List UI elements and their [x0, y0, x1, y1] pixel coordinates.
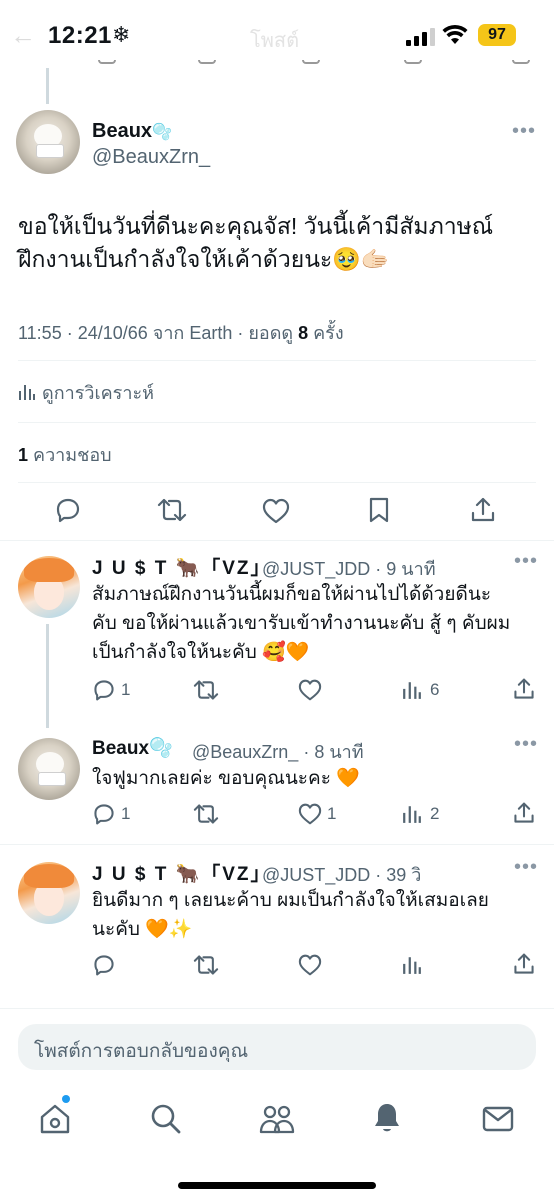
status-time: 12:21 — [48, 22, 112, 49]
home-notification-dot — [62, 1095, 70, 1103]
header-title: โพสต์ — [250, 30, 300, 52]
reply-meta: @JUST_JDD · 9 นาที — [262, 559, 436, 579]
reply-text-line: สัมภาษณ์ฝึกงานวันนี้ผมก็ขอให้ผ่านไปได้ด้… — [92, 584, 492, 605]
tweet-text-line: ฝึกงานเป็นกำลังใจให้เค้าด้วยนะ🥹🫱🏻 — [18, 246, 390, 272]
view-analytics-link[interactable]: ดูการวิเคราะห์ — [18, 378, 154, 407]
wifi-icon — [442, 24, 468, 44]
status-bar: ← โพสต์ 12:21 ❄ 97 — [0, 0, 554, 68]
reply-icon[interactable] — [54, 496, 82, 524]
messages-icon[interactable] — [482, 1105, 514, 1133]
thread-connector — [46, 624, 49, 728]
previous-tweet-actions — [0, 60, 554, 70]
view-count: 6 — [430, 680, 440, 699]
view-count: 8 — [298, 323, 309, 343]
like-icon[interactable] — [298, 803, 322, 825]
avatar[interactable] — [18, 738, 80, 800]
like-icon — [302, 60, 320, 64]
divider — [0, 844, 554, 845]
bookmark-icon[interactable] — [368, 496, 390, 524]
notifications-icon[interactable] — [372, 1101, 402, 1135]
like-count: 1 — [327, 804, 337, 823]
bubble-emoji: 🫧 — [152, 124, 172, 141]
reply-icon[interactable] — [92, 802, 116, 826]
more-options-icon[interactable]: ••• — [512, 120, 536, 143]
reply-icon[interactable] — [92, 953, 116, 977]
reply-author-name[interactable]: J U $ T 🐂「VZ」 — [92, 859, 272, 886]
reply-text: สัมภาษณ์ฝึกงานวันนี้ผมก็ขอให้ผ่านไปได้ด้… — [92, 580, 532, 667]
share-icon[interactable] — [512, 677, 536, 701]
more-options-icon[interactable]: ••• — [514, 733, 538, 756]
retweet-icon — [198, 60, 216, 64]
bottom-tab-bar — [0, 1085, 554, 1155]
more-options-icon[interactable]: ••• — [514, 550, 538, 573]
like-icon[interactable] — [298, 679, 322, 701]
tweet-meta: 11:55 · 24/10/66 จาก Earth · ยอดดู 8 ครั… — [18, 318, 344, 347]
author-name-text: Beaux — [92, 120, 153, 142]
retweet-icon[interactable] — [193, 802, 219, 826]
avatar[interactable] — [18, 556, 80, 618]
tweet-text-line: ขอให้เป็นวันที่ดีนะคะคุณจัส! วันนี้เค้าม… — [18, 213, 494, 239]
reply-text: ใจฟูมากเลยค่ะ ขอบคุณนะคะ 🧡 — [92, 764, 532, 793]
reply-meta: @BeauxZrn_ · 8 นาที — [192, 742, 364, 762]
reply-count: 1 — [121, 680, 131, 699]
views-icon[interactable] — [402, 803, 422, 825]
view-count-suffix: ครั้ง — [308, 323, 344, 343]
author-name[interactable]: Beaux🫧 — [92, 120, 172, 143]
share-icon[interactable] — [512, 952, 536, 976]
share-icon[interactable] — [469, 496, 497, 524]
reply-text-line: เป็นกำลังใจให้นะคับ 🥰🧡 — [92, 642, 310, 663]
home-icon[interactable] — [38, 1103, 72, 1135]
reply-author-name[interactable]: J U $ T 🐂「VZ」 — [92, 553, 272, 580]
reply-text-line: ยินดีมาก ๆ เลยนะค้าบ ผมเป็นกำลังใจให้เสม… — [92, 890, 489, 911]
reply-text-line: คับ ขอให้ผ่านแล้วเขารับเข้าทำงานนะคับ สู… — [92, 613, 511, 634]
views-icon[interactable] — [402, 679, 422, 701]
battery-indicator: 97 — [478, 24, 516, 46]
reply-count: 1 — [121, 804, 131, 823]
avatar[interactable] — [16, 110, 80, 174]
retweet-icon[interactable] — [193, 678, 219, 702]
likes-label: ความชอบ — [33, 445, 112, 465]
reply-icon — [98, 60, 116, 64]
more-options-icon[interactable]: ••• — [514, 856, 538, 879]
reply-author-name[interactable]: Beaux🫧 — [92, 736, 173, 760]
divider — [0, 1008, 554, 1009]
tweet-timestamp: 11:55 · 24/10/66 จาก Earth · ยอดดู — [18, 323, 299, 343]
reply-compose-input[interactable]: โพสต์การตอบกลับของคุณ — [18, 1024, 536, 1070]
reply-meta: @JUST_JDD · 39 วิ — [262, 865, 422, 885]
search-icon[interactable] — [150, 1103, 182, 1135]
reply-icon[interactable] — [92, 678, 116, 702]
share-icon[interactable] — [512, 801, 536, 825]
views-icon[interactable] — [402, 954, 422, 976]
likes-count: 1 — [18, 445, 29, 465]
divider — [0, 540, 554, 541]
reply-text-line: ใจฟูมากเลยค่ะ ขอบคุณนะคะ 🧡 — [92, 768, 360, 789]
divider — [18, 422, 536, 423]
analytics-label: ดูการวิเคราะห์ — [42, 383, 154, 403]
view-count: 2 — [430, 804, 440, 823]
divider — [18, 482, 536, 483]
home-indicator — [178, 1182, 376, 1189]
divider — [18, 360, 536, 361]
retweet-icon[interactable] — [157, 496, 187, 524]
analytics-icon — [19, 385, 35, 400]
cellular-signal-icon — [406, 28, 435, 46]
weather-icon: ❄ — [112, 22, 131, 47]
communities-icon[interactable] — [258, 1103, 296, 1135]
like-icon[interactable] — [298, 954, 322, 976]
thread-connector — [46, 68, 49, 104]
retweet-icon[interactable] — [193, 953, 219, 977]
like-icon[interactable] — [262, 498, 290, 524]
views-icon — [404, 60, 422, 64]
share-icon — [512, 60, 530, 64]
author-handle[interactable]: @BeauxZrn_ — [92, 146, 210, 169]
likes-summary[interactable]: 1 ความชอบ — [18, 440, 112, 469]
reply-text: ยินดีมาก ๆ เลยนะค้าบ ผมเป็นกำลังใจให้เสม… — [92, 886, 532, 944]
tweet-text: ขอให้เป็นวันที่ดีนะคะคุณจัส! วันนี้เค้าม… — [18, 210, 538, 276]
back-arrow-icon[interactable]: ← — [10, 20, 36, 51]
avatar[interactable] — [18, 862, 80, 924]
reply-text-line: นะคับ 🧡✨ — [92, 919, 193, 940]
